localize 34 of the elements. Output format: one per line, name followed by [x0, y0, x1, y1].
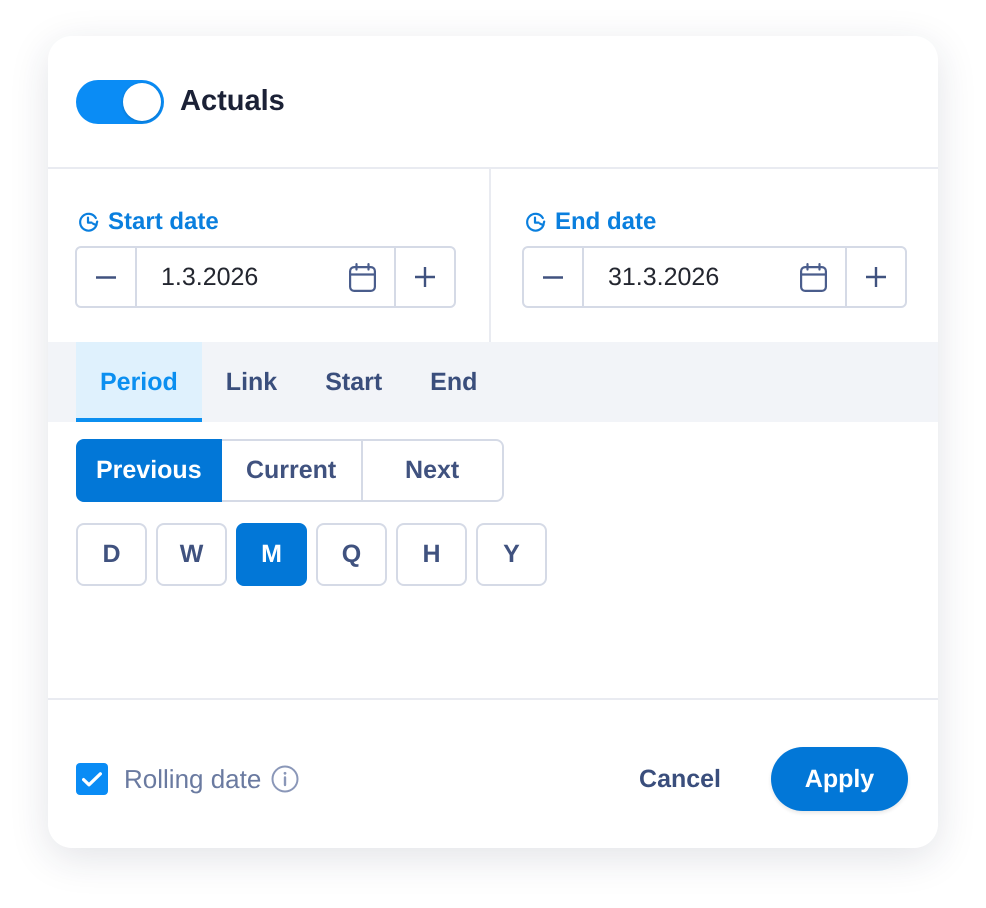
clock-icon — [78, 212, 99, 232]
unit-button[interactable]: W — [156, 523, 227, 586]
period-option-button[interactable]: Current — [220, 439, 363, 502]
increment-button[interactable] — [845, 246, 907, 308]
plus-icon — [415, 267, 435, 287]
date-label: Start date — [108, 208, 219, 236]
minus-icon — [96, 276, 116, 278]
info-icon[interactable] — [271, 765, 300, 793]
unit-button[interactable]: M — [236, 523, 307, 586]
toggle-switch[interactable] — [76, 80, 164, 124]
tab[interactable]: Link — [202, 342, 302, 422]
unit-button[interactable]: Y — [476, 523, 547, 586]
tab[interactable]: Start — [301, 342, 406, 422]
date-label: End date — [555, 208, 656, 236]
increment-button[interactable] — [394, 246, 456, 308]
date-field[interactable]: 1.3.2026 — [135, 246, 396, 308]
unit-button[interactable]: D — [76, 523, 147, 586]
date-field[interactable]: 31.3.2026 — [582, 246, 847, 308]
apply-button[interactable]: Apply — [771, 747, 908, 811]
tab[interactable]: End — [406, 342, 502, 422]
unit-button[interactable]: H — [396, 523, 467, 586]
plus-icon — [866, 267, 886, 287]
clock-icon — [525, 212, 546, 232]
checkbox[interactable] — [76, 763, 108, 795]
checkbox-label[interactable]: Rolling date — [124, 764, 262, 794]
calendar-icon[interactable] — [800, 262, 827, 292]
calendar-icon[interactable] — [349, 262, 376, 292]
checkmark-icon — [82, 772, 102, 786]
period-option-button[interactable]: Previous — [76, 439, 222, 502]
unit-button[interactable]: Q — [316, 523, 387, 586]
cancel-button[interactable]: Cancel — [627, 754, 733, 804]
period-option-button[interactable]: Next — [360, 439, 504, 502]
minus-icon — [543, 276, 563, 278]
panel-title: Actuals — [180, 85, 285, 118]
